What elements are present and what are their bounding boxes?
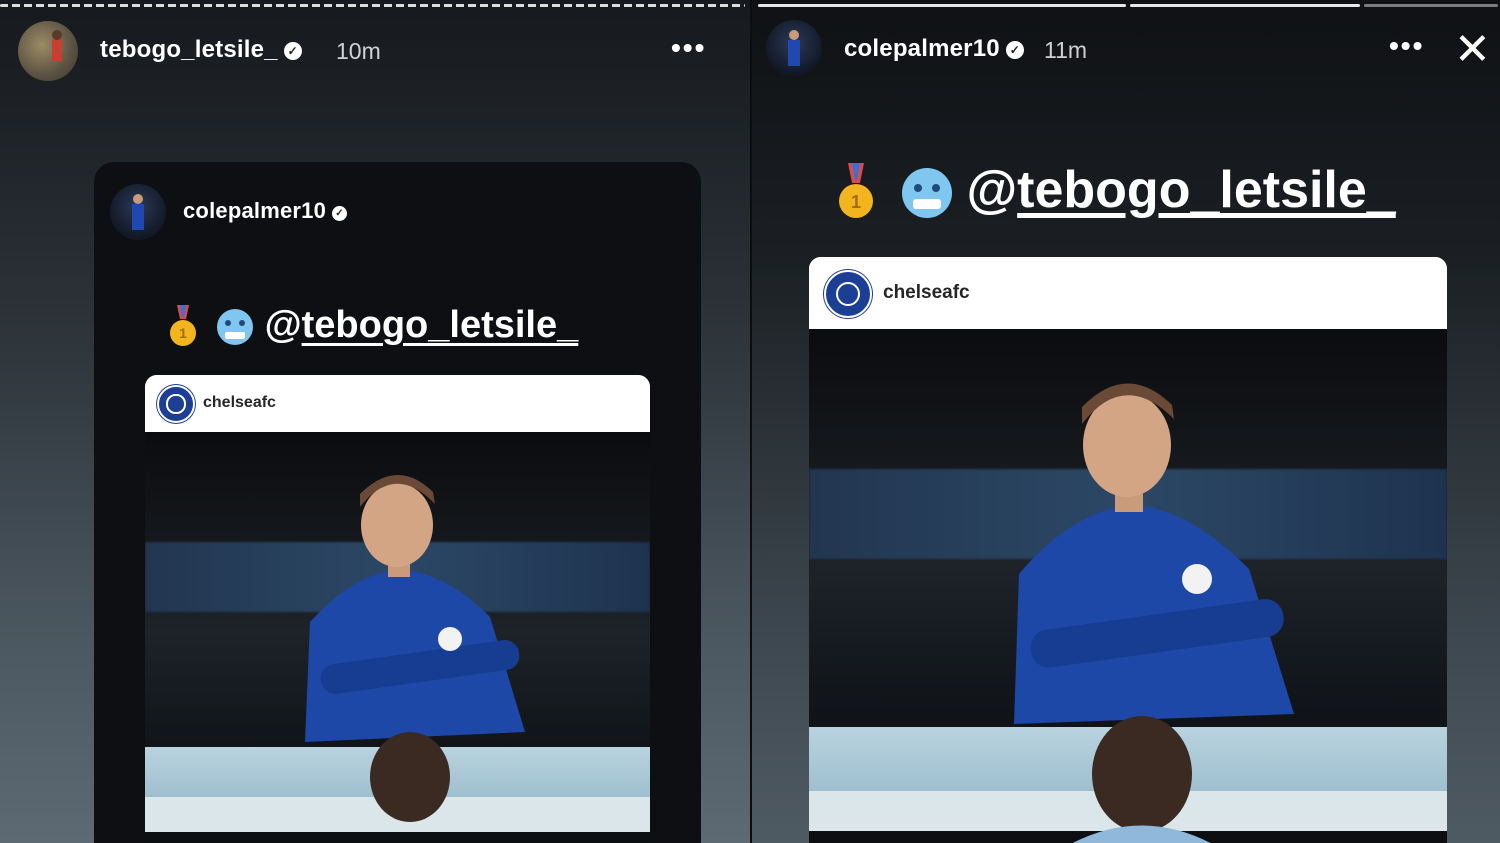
mention-at: @ [264,304,302,346]
right-story-panel: colepalmer10 ✓ 11m ••• ✕ 1 @tebogo_letsil… [752,0,1500,843]
story-username-text: colepalmer10 [844,35,1000,62]
post-photo [809,329,1447,843]
svg-text:1: 1 [179,325,187,341]
shared-story-card[interactable]: colepalmer10 ✓ 1 @tebogo_letsile_ chelsea… [94,162,701,843]
verified-badge-icon: ✓ [1005,41,1024,59]
chelsea-crest-icon [824,270,872,318]
close-icon[interactable]: ✕ [1454,28,1491,72]
more-options-button[interactable]: ••• [671,32,706,64]
verified-badge-icon: ✓ [332,206,348,221]
player-illustration [305,474,525,822]
cold-face-icon [216,308,253,345]
story-username[interactable]: tebogo_letsile_ ✓ [100,36,302,64]
reshared-post[interactable]: chelseafc [145,375,650,843]
more-options-button[interactable]: ••• [1389,30,1424,62]
story-progress-bar [0,4,745,7]
reshared-post[interactable]: chelseafc [809,257,1447,843]
story-username[interactable]: colepalmer10 ✓ [844,35,1024,63]
progress-segment-active [1130,4,1360,7]
mention-handle: tebogo_letsile_ [1017,161,1396,219]
shared-user-avatar [110,184,166,240]
verified-badge-icon: ✓ [283,42,302,60]
chelsea-crest-icon [157,385,195,423]
mention-at: @ [966,161,1018,219]
cold-face-icon [902,168,953,219]
gold-medal-icon: 1 [839,163,873,219]
mention-handle: tebogo_letsile_ [301,304,579,346]
post-account-name: chelseafc [203,394,276,411]
progress-segment [0,4,745,7]
progress-segment-pending [1364,4,1498,7]
player-illustration [1014,383,1294,843]
mention-sticker[interactable]: 1 @tebogo_letsile_ [836,160,1396,223]
progress-segment-complete [758,4,1126,7]
shared-username: colepalmer10 ✓ [183,198,348,224]
mention-sticker[interactable]: 1 @tebogo_letsile_ [168,304,578,349]
avatar-player-icon [132,194,144,230]
left-story-panel: tebogo_letsile_ ✓ 10m ••• colepalmer10 ✓ 1 [0,0,750,843]
story-username-text: tebogo_letsile_ [100,36,278,63]
avatar-player-icon [788,30,800,66]
gold-medal-icon: 1 [170,304,196,346]
story-progress-bar [758,4,1498,7]
avatar-figure-icon [52,30,62,61]
post-photo [145,432,650,843]
post-account-name: chelseafc [883,282,970,303]
story-timestamp: 10m [336,38,381,64]
post-header: chelseafc [809,257,1447,329]
shared-username-text: colepalmer10 [183,198,327,223]
user-avatar[interactable] [18,21,78,81]
post-header: chelseafc [145,375,650,432]
svg-text:1: 1 [851,192,861,212]
story-timestamp: 11m [1044,37,1088,63]
user-avatar[interactable] [766,20,822,76]
